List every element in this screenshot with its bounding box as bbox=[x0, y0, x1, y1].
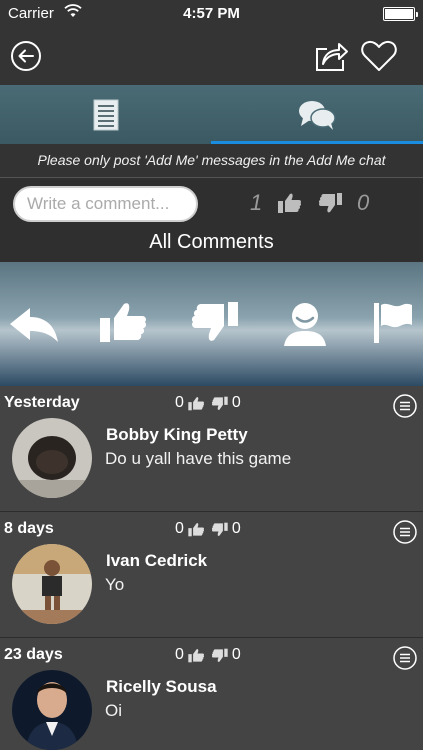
menu-icon bbox=[393, 646, 417, 670]
thumb-up-icon bbox=[100, 303, 147, 342]
battery-icon bbox=[383, 7, 418, 21]
avatar[interactable] bbox=[12, 670, 92, 750]
reply-icon bbox=[10, 308, 58, 342]
menu-icon bbox=[393, 394, 417, 418]
comment-dislikes: 0 bbox=[231, 646, 241, 663]
tab-comments[interactable] bbox=[211, 85, 422, 144]
comment-votes: 0 0 bbox=[175, 520, 241, 538]
favorite-button[interactable] bbox=[360, 39, 398, 73]
comment-text: Yo bbox=[105, 575, 125, 594]
thumb-up-icon bbox=[188, 648, 204, 662]
clock: 4:57 PM bbox=[183, 5, 240, 22]
comment-date: Yesterday bbox=[4, 394, 80, 411]
document-icon bbox=[93, 99, 118, 131]
avatar[interactable] bbox=[12, 544, 92, 624]
comment-votes: 0 0 bbox=[175, 394, 241, 412]
likes-count: 1 bbox=[250, 190, 263, 215]
thumb-up-icon[interactable] bbox=[278, 192, 302, 219]
comment-votes: 0 0 bbox=[175, 646, 241, 664]
comment-author[interactable]: Bobby King Petty bbox=[106, 425, 248, 445]
heart-icon bbox=[361, 40, 397, 71]
comment-item: Yesterday 0 0 Bobby King Petty Do u yall… bbox=[0, 386, 423, 512]
action-toolbar bbox=[0, 262, 423, 386]
flag-icon bbox=[374, 303, 412, 343]
thumb-up-icon bbox=[188, 522, 204, 536]
like-button[interactable] bbox=[100, 300, 156, 350]
comment-text: Oi bbox=[105, 701, 122, 720]
status-bar: Carrier 4:57 PM bbox=[0, 0, 423, 28]
avatar[interactable] bbox=[12, 418, 92, 498]
comment-menu-button[interactable] bbox=[393, 394, 417, 418]
comment-menu-button[interactable] bbox=[393, 646, 417, 670]
comment-likes: 0 bbox=[175, 646, 184, 663]
comment-likes: 0 bbox=[175, 520, 184, 537]
thumb-down-icon bbox=[191, 302, 238, 341]
compose-area: Write a comment... 1 0 All Comments bbox=[0, 177, 423, 262]
section-title: All Comments bbox=[149, 231, 274, 253]
profile-button[interactable] bbox=[280, 300, 336, 350]
comment-dislikes: 0 bbox=[231, 394, 241, 411]
thumb-down-icon bbox=[211, 522, 228, 536]
dislike-button[interactable] bbox=[190, 300, 246, 350]
comment-author[interactable]: Ivan Cedrick bbox=[106, 551, 207, 571]
comment-menu-button[interactable] bbox=[393, 520, 417, 544]
chat-notice: Please only post 'Add Me' messages in th… bbox=[0, 144, 423, 177]
share-button[interactable] bbox=[313, 38, 349, 72]
comment-date: 8 days bbox=[4, 520, 54, 537]
tab-bar bbox=[0, 85, 423, 144]
share-icon bbox=[316, 43, 348, 71]
comment-text: Do u yall have this game bbox=[105, 449, 292, 468]
thumb-up-icon bbox=[188, 396, 204, 410]
back-circle-icon bbox=[11, 41, 41, 71]
thumb-down-icon bbox=[211, 396, 228, 410]
comment-likes: 0 bbox=[175, 394, 184, 411]
comment-dislikes: 0 bbox=[231, 520, 241, 537]
comment-input[interactable]: Write a comment... bbox=[13, 186, 198, 222]
comment-item: 23 days 0 0 Ricelly Sousa Oi bbox=[0, 638, 423, 750]
comment-date: 23 days bbox=[4, 646, 63, 663]
dislikes-count: 0 bbox=[357, 190, 370, 215]
comments-list: Yesterday 0 0 Bobby King Petty Do u yall… bbox=[0, 386, 423, 750]
reply-button[interactable] bbox=[8, 300, 64, 350]
back-button[interactable] bbox=[10, 40, 42, 72]
report-button[interactable] bbox=[370, 300, 423, 350]
user-icon bbox=[284, 303, 326, 346]
navigation-bar bbox=[0, 28, 423, 85]
comment-author[interactable]: Ricelly Sousa bbox=[106, 677, 217, 697]
battery-fill bbox=[385, 9, 413, 19]
thumb-down-icon bbox=[211, 648, 228, 662]
menu-icon bbox=[393, 520, 417, 544]
comment-item: 8 days 0 0 Ivan Cedrick Yo bbox=[0, 512, 423, 638]
thumb-down-icon[interactable] bbox=[318, 192, 342, 219]
chat-bubbles-icon bbox=[298, 101, 336, 130]
tab-info[interactable] bbox=[0, 85, 211, 144]
